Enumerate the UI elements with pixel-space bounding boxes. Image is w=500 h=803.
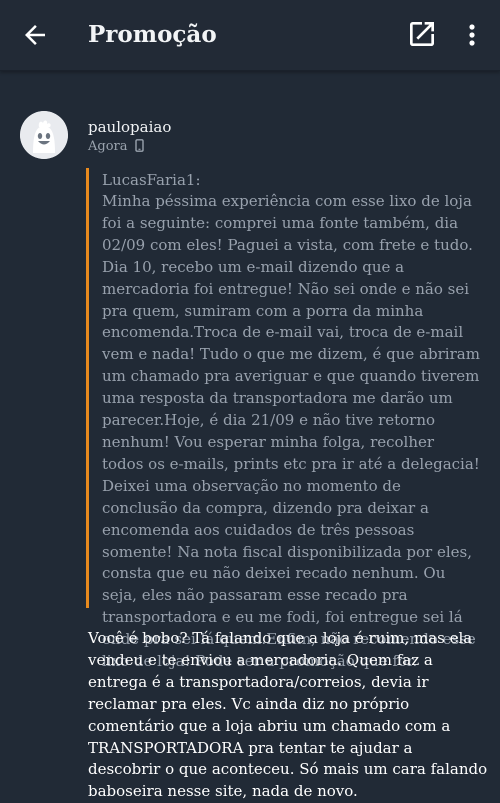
open-in-browser-button[interactable] [406,18,438,50]
ghost-avatar-icon [20,111,68,159]
app-bar: Promoção [0,0,500,71]
open-in-new-icon [410,22,434,46]
comment-author[interactable]: paulopaiao [88,117,171,137]
phone-icon [134,139,144,152]
comment-time: Agora [88,139,128,154]
quoted-text: Minha péssima experiência com esse lixo … [102,192,480,671]
avatar[interactable] [20,111,68,159]
back-button[interactable] [20,20,50,50]
more-vert-icon [469,24,475,46]
page-title: Promoção [88,21,217,48]
comment-body: Você é bobo? Tá falando que a loja é rui… [88,629,488,801]
arrow-left-icon [25,25,45,45]
quoted-comment: LucasFaria1: Minha péssima experiência c… [86,168,481,670]
comment-meta: Agora [88,138,144,156]
more-options-button[interactable] [462,20,482,50]
quoted-author: LucasFaria1: [102,171,201,189]
